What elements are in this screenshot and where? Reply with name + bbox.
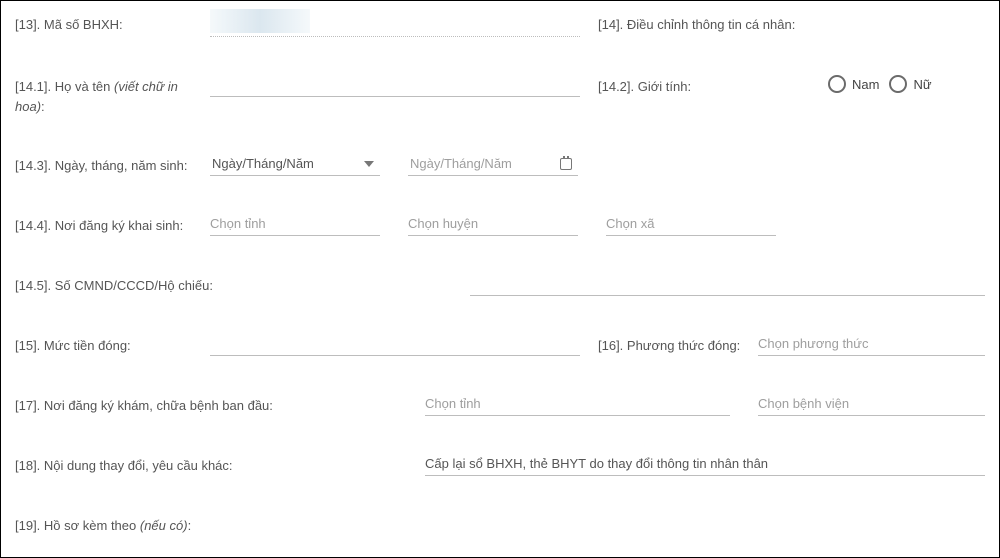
input-exam-hospital[interactable] bbox=[758, 390, 985, 416]
input-dob-date[interactable]: Ngày/Tháng/Năm bbox=[408, 150, 578, 176]
label-19: [19]. Hồ sơ kèm theo (nếu có): bbox=[15, 510, 191, 536]
input-exam-province[interactable] bbox=[425, 390, 730, 416]
label-14-2: [14.2]. Giới tính: bbox=[598, 71, 828, 97]
input-birth-ward[interactable] bbox=[606, 210, 776, 236]
label-18: [18]. Nội dung thay đổi, yêu cầu khác: bbox=[15, 450, 425, 476]
input-birth-province[interactable] bbox=[210, 210, 380, 236]
radio-icon bbox=[889, 75, 907, 93]
radio-label-female: Nữ bbox=[913, 77, 931, 92]
input-birth-district[interactable] bbox=[408, 210, 578, 236]
radio-male[interactable]: Nam bbox=[828, 75, 879, 93]
select-dob-format[interactable]: Ngày/Tháng/Năm bbox=[210, 150, 380, 176]
input-bhxh-shimmer[interactable] bbox=[210, 9, 580, 37]
label-14: [14]. Điều chỉnh thông tin cá nhân: bbox=[598, 9, 795, 35]
label-17: [17]. Nơi đăng ký khám, chữa bệnh ban đầ… bbox=[15, 390, 425, 416]
label-13: [13]. Mã số BHXH: bbox=[15, 9, 210, 35]
label-14-1: [14.1]. Họ và tên (viết chữ in hoa): bbox=[15, 71, 210, 116]
input-fullname[interactable] bbox=[210, 71, 580, 97]
chevron-down-icon bbox=[364, 161, 374, 167]
calendar-icon bbox=[560, 158, 572, 170]
label-16: [16]. Phương thức đóng: bbox=[598, 330, 758, 356]
select-payment-method[interactable] bbox=[758, 330, 985, 356]
label-14-5: [14.5]. Số CMND/CCCD/Hộ chiếu: bbox=[15, 270, 470, 296]
radio-label-male: Nam bbox=[852, 77, 879, 92]
input-dob-date-placeholder: Ngày/Tháng/Năm bbox=[410, 156, 512, 171]
input-id-number[interactable] bbox=[470, 270, 985, 296]
select-dob-format-text: Ngày/Tháng/Năm bbox=[212, 156, 314, 171]
label-14-4: [14.4]. Nơi đăng ký khai sinh: bbox=[15, 210, 210, 236]
label-14-3: [14.3]. Ngày, tháng, năm sinh: bbox=[15, 150, 210, 176]
form-page: [13]. Mã số BHXH: [14]. Điều chỉnh thông… bbox=[0, 0, 1000, 558]
radio-female[interactable]: Nữ bbox=[889, 75, 931, 93]
input-payment-amount[interactable] bbox=[210, 330, 580, 356]
label-15: [15]. Mức tiền đóng: bbox=[15, 330, 210, 356]
input-change-content[interactable] bbox=[425, 450, 985, 476]
radio-icon bbox=[828, 75, 846, 93]
